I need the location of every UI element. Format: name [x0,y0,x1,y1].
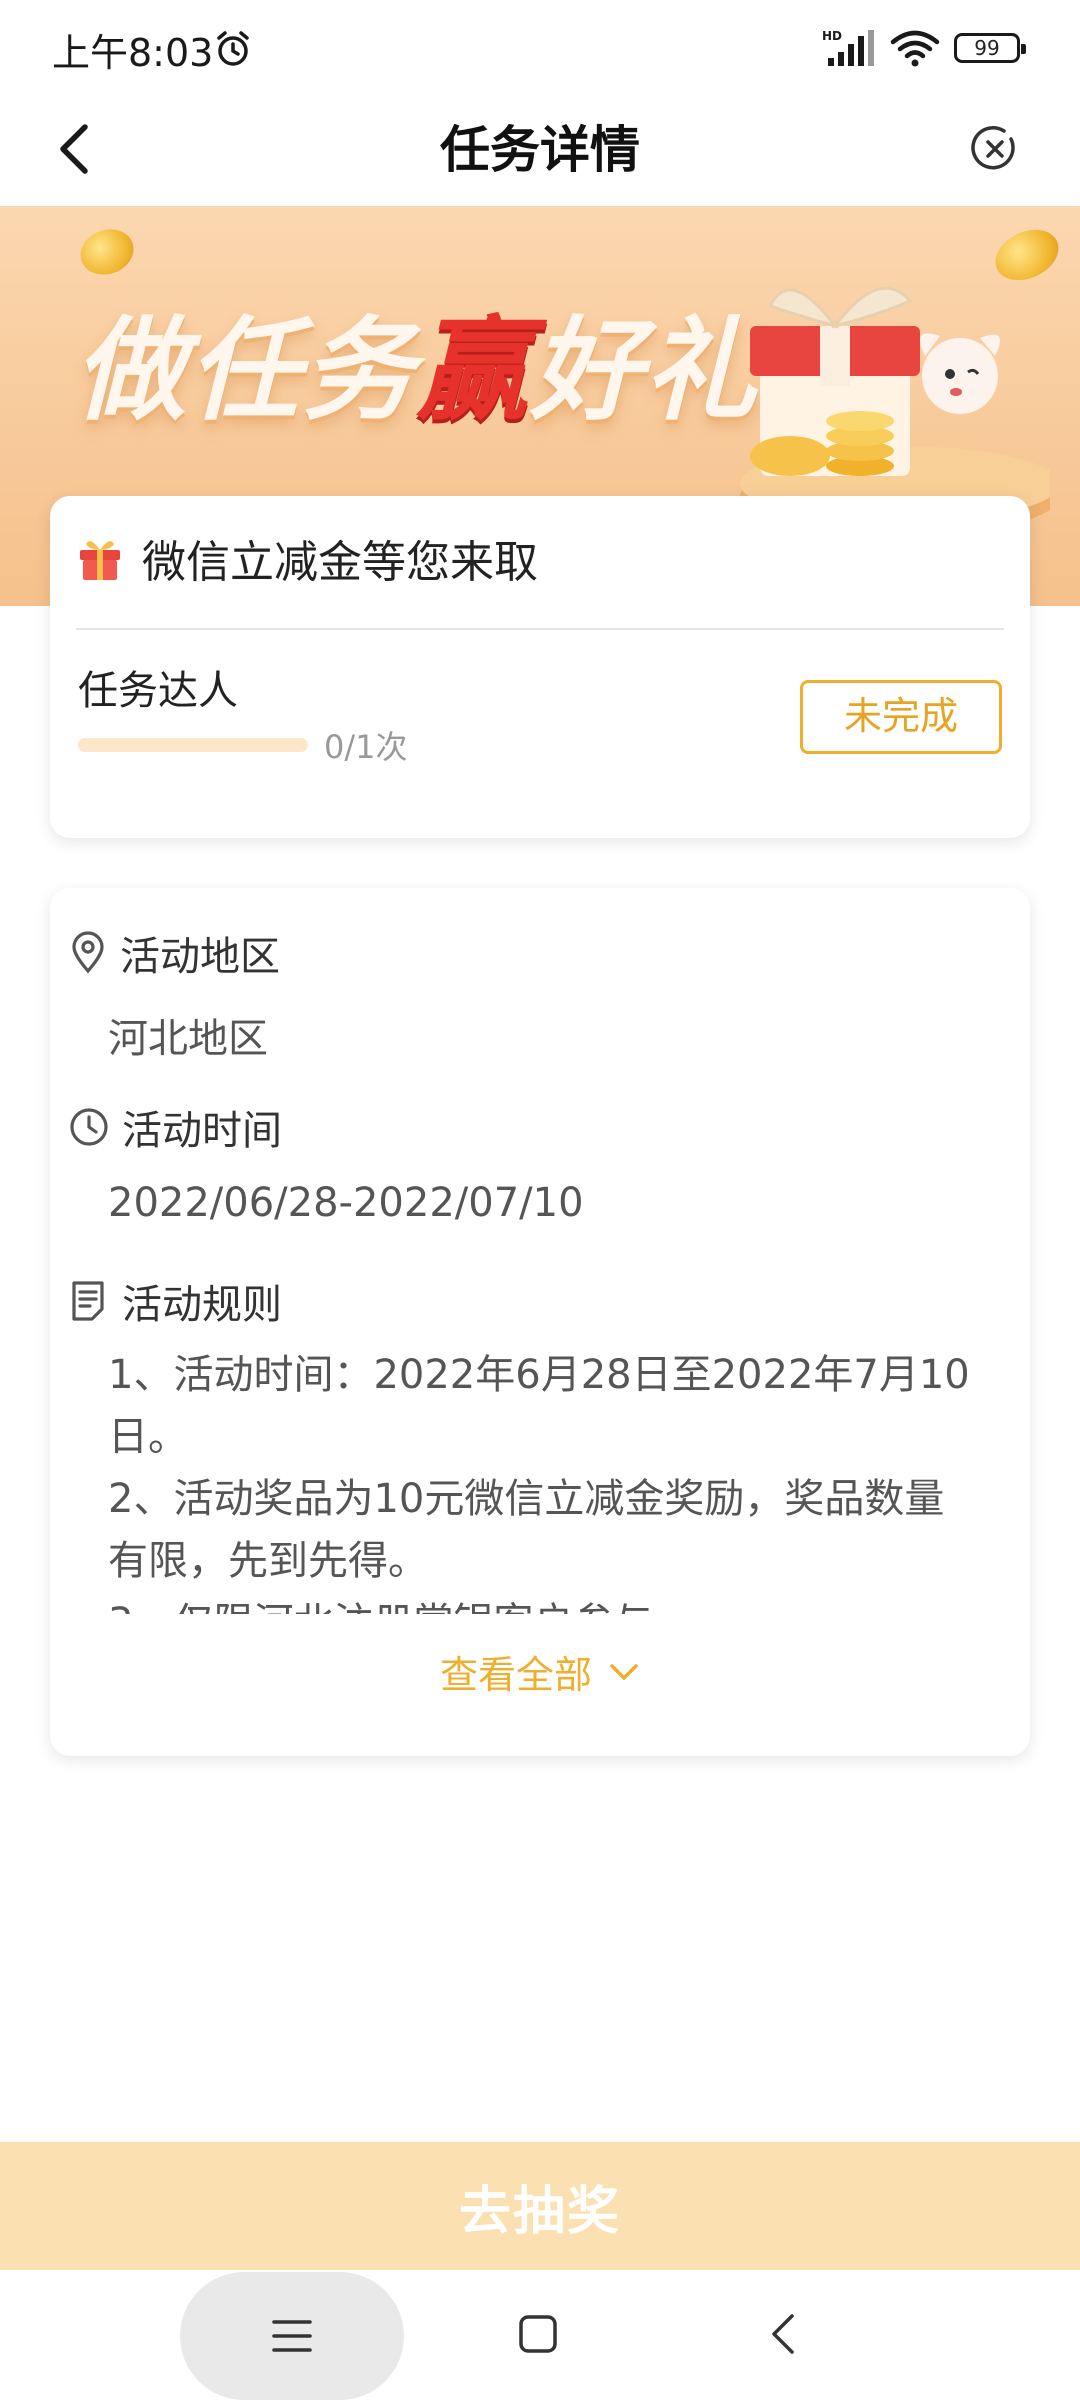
task-progress-text: 0/1次 [324,728,408,766]
close-circle-icon [971,125,1015,170]
banner-title-part1: 做任务 [74,306,416,436]
signal-icon: HD [822,29,874,66]
region-row: 活动地区 [68,924,280,982]
nav-back-button[interactable] [764,2310,804,2358]
divider [76,628,1004,630]
region-value: 河北地区 [108,1016,268,1062]
task-status-button[interactable]: 未完成 [800,680,1002,754]
close-button[interactable] [962,116,1028,182]
rules-content: 1、活动时间：2022年6月28日至2022年7月10 日。 2、活动奖品为10… [108,1344,988,1614]
network-type-label: HD [822,29,842,43]
battery-level: 99 [974,36,1000,60]
banner-title-highlight: 赢 [416,306,530,436]
rule-line: 2、活动奖品为10元微信立减金奖励，奖品数量 [108,1476,945,1522]
nav-header: 任务详情 [0,96,1080,206]
rule-line: 日。 [108,1414,188,1460]
gift-icon [80,541,120,580]
menu-icon [272,2320,312,2352]
lottery-label: 去抽奖 [458,2181,621,2242]
task-card-title: 微信立减金等您来取 [142,537,538,588]
time-row: 活动时间 [68,1098,282,1156]
clock-icon [70,1108,108,1146]
nav-home-button[interactable] [518,2314,558,2354]
rule-line: 有限，先到先得。 [108,1538,428,1584]
status-time: 上午8:03 [52,31,214,75]
alarm-icon [217,31,249,66]
battery-icon: 99 [954,33,1026,63]
rules-row: 活动规则 [68,1272,282,1330]
rule-line: 3、仅限河北注册掌银客户参与。 [108,1592,988,1614]
view-all-button[interactable]: 查看全部 [50,1644,1030,1699]
task-name: 任务达人 [78,668,238,714]
time-value: 2022/06/28-2022/07/10 [108,1180,584,1226]
task-card: 微信立减金等您来取 任务达人 0/1次 未完成 [50,496,1030,838]
rules-label: 活动规则 [122,1282,282,1328]
chevron-down-icon [610,1663,638,1680]
nav-menu-button[interactable] [180,2272,404,2400]
view-all-label: 查看全部 [439,1653,592,1697]
region-label: 活动地区 [120,934,280,980]
wifi-icon [890,30,940,67]
system-nav-bar [0,2270,1080,2400]
activity-info-card: 活动地区 河北地区 活动时间 2022/06/28-2022/07/10 活动规… [50,888,1030,1756]
lottery-button[interactable]: 去抽奖 [0,2142,1080,2270]
document-icon [72,1281,104,1321]
location-pin-icon [72,931,104,974]
status-bar: 上午8:03 HD 99 [0,0,1080,96]
rule-line: 1、活动时间：2022年6月28日至2022年7月10 [108,1352,970,1398]
page-title: 任务详情 [440,121,640,179]
banner-title: 做任务赢好礼 [74,280,758,442]
coin-decoration [74,222,140,282]
task-progress-bar [78,738,308,752]
time-label: 活动时间 [122,1108,282,1154]
